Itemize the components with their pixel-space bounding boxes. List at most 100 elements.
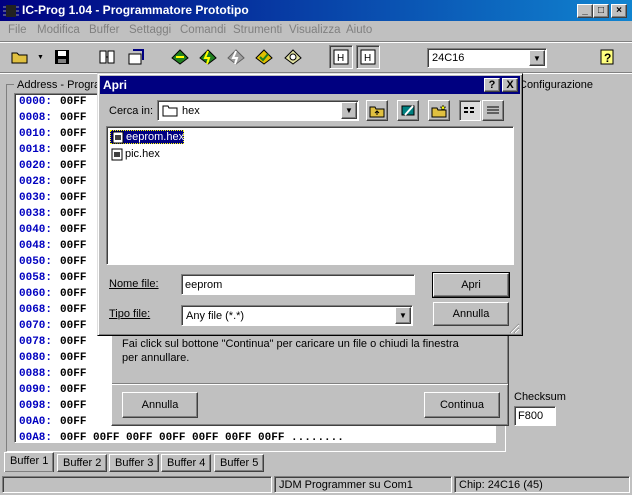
minimize-button[interactable]: _ [577, 4, 593, 18]
hex-value: 00FF [60, 256, 87, 268]
continue-button[interactable]: Continua [424, 392, 500, 418]
hex-address: 0000: [19, 96, 53, 108]
filetype-label: Tipo file: [109, 308, 151, 320]
read-chip-icon[interactable] [168, 45, 192, 69]
hex-value: 00FF [60, 208, 87, 220]
hex-row[interactable]: 0020: 00FF [19, 160, 86, 172]
hex-row[interactable]: 0070: 00FF [19, 320, 86, 332]
tab-buffer-5[interactable]: Buffer 5 [214, 454, 265, 472]
hex-row[interactable]: 0058: 00FF [19, 272, 86, 284]
up-folder-icon[interactable] [366, 100, 388, 121]
tab-buffer-2[interactable]: Buffer 2 [57, 454, 108, 472]
menu-buffer[interactable]: Buffer [89, 24, 119, 36]
hex-row[interactable]: 0038: 00FF [19, 208, 86, 220]
open-folder-icon[interactable] [8, 45, 32, 69]
hex-row[interactable]: 00A8: 00FF 00FF 00FF 00FF 00FF 00FF 00FF … [19, 432, 344, 443]
hex-address: 0088: [19, 368, 53, 380]
hex-row[interactable]: 0010: 00FF [19, 128, 86, 140]
menu-modifica[interactable]: Modifica [37, 24, 80, 36]
hex-row[interactable]: 0018: 00FF [19, 144, 86, 156]
filename-input[interactable]: eeprom [181, 274, 415, 295]
hex-row[interactable]: 0000: 00FF [19, 96, 86, 108]
desktop-icon[interactable] [397, 100, 419, 121]
chip-select[interactable]: 24C16 ▼ [427, 48, 547, 68]
compare-buffer-icon[interactable] [95, 45, 119, 69]
hex-row[interactable]: 0030: 00FF [19, 192, 86, 204]
window-title: IC-Prog 1.04 - Programmatore Prototipo [22, 3, 249, 17]
hex-value: 00FF [60, 96, 87, 108]
hex-value: 00FF [60, 416, 87, 428]
hex-address: 0010: [19, 128, 53, 140]
title-bar: IC-Prog 1.04 - Programmatore Prototipo _… [0, 0, 632, 21]
open-dropdown-icon[interactable]: ▼ [37, 54, 44, 61]
svg-text:H: H [337, 53, 344, 64]
hex-value: 00FF [60, 304, 87, 316]
dialog-close-button[interactable]: X [502, 78, 518, 92]
svg-text:?: ? [604, 51, 611, 65]
file-item-pic[interactable]: pic.hex [110, 148, 184, 162]
tab-buffer-1[interactable]: Buffer 1 [4, 452, 55, 472]
help-icon[interactable]: ? [595, 45, 619, 69]
hex-value: 00FF [60, 272, 87, 284]
chevron-down-icon[interactable]: ▼ [529, 50, 545, 66]
hex-address: 0020: [19, 160, 53, 172]
look-in-select[interactable]: hex ▼ [157, 100, 359, 121]
file-list[interactable]: eeprom.hex pic.hex [106, 126, 514, 265]
hex-value: 00FF [60, 224, 87, 236]
hex-row[interactable]: 0078: 00FF [19, 336, 86, 348]
list-view-icon[interactable] [459, 100, 481, 121]
hex-row[interactable]: 0050: 00FF [19, 256, 86, 268]
hex-row[interactable]: 0068: 00FF [19, 304, 86, 316]
view-hex-icon[interactable]: H [329, 45, 353, 69]
config-label: Configurazione [519, 79, 593, 91]
hex-address: 0050: [19, 256, 53, 268]
hex-value: 00FF 00FF 00FF 00FF 00FF 00FF 00FF .....… [60, 432, 344, 443]
view-ascii-icon[interactable]: H [356, 45, 380, 69]
menu-visualizza[interactable]: Visualizza [289, 24, 341, 36]
menu-strumenti[interactable]: Strumenti [233, 24, 282, 36]
hex-address: 0038: [19, 208, 53, 220]
dialog-cancel-button[interactable]: Annulla [433, 302, 509, 326]
save-disk-icon[interactable] [50, 45, 74, 69]
hex-value: 00FF [60, 240, 87, 252]
hex-row[interactable]: 0028: 00FF [19, 176, 86, 188]
program-chip-icon[interactable] [196, 45, 220, 69]
hex-address: 0080: [19, 352, 53, 364]
blank-check-icon[interactable] [281, 45, 305, 69]
maximize-button[interactable]: □ [593, 4, 609, 18]
tab-buffer-4[interactable]: Buffer 4 [161, 454, 212, 472]
hex-row[interactable]: 0040: 00FF [19, 224, 86, 236]
menu-file[interactable]: File [8, 24, 27, 36]
tab-buffer-3[interactable]: Buffer 3 [109, 454, 160, 472]
info-cancel-button[interactable]: Annulla [122, 392, 198, 418]
dialog-help-button[interactable]: ? [484, 78, 500, 92]
close-button[interactable]: × [611, 4, 627, 18]
hex-row[interactable]: 0008: 00FF [19, 112, 86, 124]
folder-icon [162, 105, 178, 117]
new-folder-icon[interactable] [428, 100, 450, 121]
resize-grip-icon[interactable] [508, 322, 520, 334]
file-icon [112, 131, 124, 144]
hex-row[interactable]: 00A0: 00FF [19, 416, 86, 428]
details-view-icon[interactable] [482, 100, 504, 121]
hex-row[interactable]: 0090: 00FF [19, 384, 86, 396]
verify-chip-icon[interactable] [252, 45, 276, 69]
menu-aiuto[interactable]: Aiuto [346, 24, 372, 36]
menu-settaggi[interactable]: Settaggi [129, 24, 171, 36]
look-in-value: hex [182, 105, 200, 117]
open-button[interactable]: Apri [432, 272, 510, 298]
hex-row[interactable]: 0088: 00FF [19, 368, 86, 380]
config-icon[interactable] [124, 45, 148, 69]
file-name: pic.hex [125, 148, 160, 160]
hex-value: 00FF [60, 128, 87, 140]
hex-row[interactable]: 0080: 00FF [19, 352, 86, 364]
hex-row[interactable]: 0098: 00FF [19, 400, 86, 412]
file-item-eeprom[interactable]: eeprom.hex [110, 130, 184, 144]
hex-row[interactable]: 0048: 00FF [19, 240, 86, 252]
filetype-select[interactable]: Any file (*.*) ▼ [181, 305, 413, 326]
chevron-down-icon[interactable]: ▼ [395, 307, 411, 324]
menu-comandi[interactable]: Comandi [180, 24, 226, 36]
hex-row[interactable]: 0060: 00FF [19, 288, 86, 300]
chevron-down-icon[interactable]: ▼ [341, 102, 357, 119]
erase-chip-icon[interactable] [224, 45, 248, 69]
